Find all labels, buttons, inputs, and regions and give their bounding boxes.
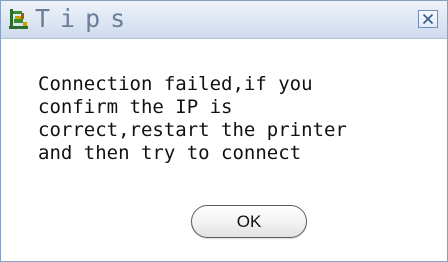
message-line: Connection failed,if you [38, 73, 313, 95]
close-icon [422, 13, 434, 25]
message-line: and then try to connect [38, 142, 302, 164]
close-button[interactable] [418, 10, 438, 28]
dialog-title: Tips [35, 4, 136, 33]
title-bar: Tips [1, 1, 447, 39]
message-text: Connection failed,if you confirm the IP i… [38, 73, 443, 165]
tips-dialog: Tips Connection failed,if you confirm the… [0, 0, 448, 262]
ok-button[interactable]: OK [191, 205, 307, 238]
printer-figure-icon [7, 7, 31, 31]
message-line: correct,restart the printer [38, 119, 347, 141]
message-line: confirm the IP is [38, 96, 233, 118]
